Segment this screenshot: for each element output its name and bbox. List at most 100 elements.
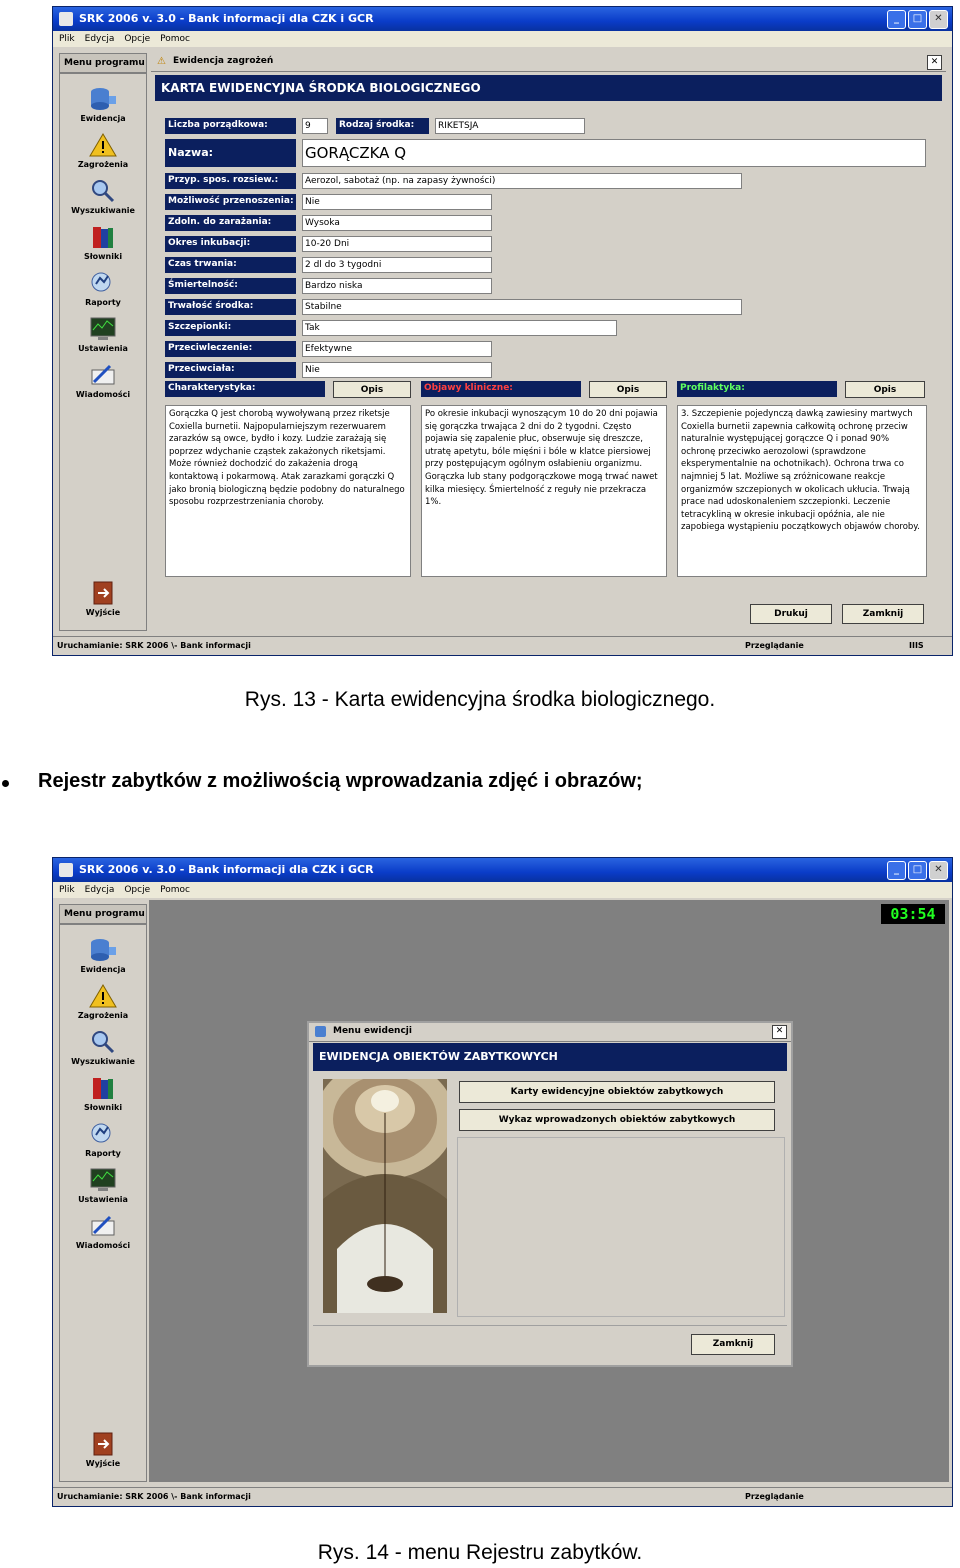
sidebar-item-label: Wiadomości — [75, 1241, 131, 1250]
field-value[interactable]: Bardzo niska — [302, 278, 492, 294]
figure-caption-14: Rys. 14 - menu Rejestru zabytków. — [317, 1541, 643, 1564]
nazwa-label: Nazwa: — [165, 139, 296, 167]
dialog-header: EWIDENCJA OBIEKTÓW ZABYTKOWYCH — [313, 1043, 787, 1071]
books-icon — [93, 227, 113, 248]
sidebar-item-label: Ewidencja — [80, 114, 126, 123]
sidebar-panel: Ewidencja Zagrożenia Wyszukiwanie Słowni… — [59, 924, 147, 1482]
maximize-button[interactable]: □ — [908, 10, 927, 29]
opis-button-charakterystyka[interactable]: Opis — [333, 381, 411, 398]
sidebar-item-ewidencja[interactable]: Ewidencja — [60, 937, 146, 974]
search-icon — [92, 1031, 115, 1054]
close-dialog-button[interactable]: ✕ — [772, 1025, 787, 1039]
sidebar-item-label: Raporty — [85, 298, 121, 307]
status-left: Uruchamianie: SRK 2006 \- Bank informacj… — [57, 1492, 251, 1501]
field-value[interactable]: Efektywne — [302, 341, 492, 357]
clock-value: 03:54 — [890, 905, 936, 923]
field-value[interactable]: Aerozol, sabotaż (np. na zapasy żywności… — [302, 173, 742, 189]
objawy-text[interactable]: Po okresie inkubacji wynoszącym 10 do 20… — [421, 405, 667, 577]
karty-ewidencyjne-button[interactable]: Karty ewidencyjne obiektów zabytkowych — [459, 1081, 775, 1103]
dialog-titlebar: Menu ewidencji ✕ — [309, 1023, 791, 1042]
karta-panel: ⚠ Ewidencja zagrożeń ✕ KARTA EWIDENCYJNA… — [151, 53, 946, 593]
warning-icon — [89, 133, 117, 157]
field-value[interactable]: Tak — [302, 320, 617, 336]
status-mode: Przeglądanie — [745, 1492, 804, 1501]
sidebar-item-label: Słowniki — [83, 1103, 123, 1112]
menu-item-plik[interactable]: Plik — [59, 882, 75, 898]
menu-item-pomoc[interactable]: Pomoc — [160, 882, 190, 898]
field-value[interactable]: Nie — [302, 362, 492, 378]
exit-label: Wyjście — [85, 1459, 121, 1468]
sidebar-item-wiadomosci[interactable]: Wiadomości — [60, 362, 146, 399]
profilaktyka-text[interactable]: 3. Szczepienie pojedynczą dawką zawiesin… — [677, 405, 927, 577]
database-icon — [315, 1026, 326, 1037]
close-window-button[interactable]: ✕ — [929, 10, 948, 29]
liczba-field[interactable]: 9 — [302, 118, 328, 134]
menu-item-opcje[interactable]: Opcje — [124, 882, 150, 898]
sidebar-item-slowniki[interactable]: Słowniki — [60, 1075, 146, 1112]
minimize-button[interactable]: _ — [887, 10, 906, 29]
sidebar-item-wyszukiwanie[interactable]: Wyszukiwanie — [60, 1029, 146, 1066]
sidebar-panel: Ewidencja Zagrożenia Wyszukiwanie Słowni… — [59, 73, 147, 631]
menu-bar: Plik Edycja Opcje Pomoc — [53, 31, 952, 47]
minimize-button[interactable]: _ — [887, 861, 906, 880]
field-value[interactable]: Wysoka — [302, 215, 492, 231]
sidebar-item-wiadomosci[interactable]: Wiadomości — [60, 1213, 146, 1250]
sidebar-item-slowniki[interactable]: Słowniki — [60, 224, 146, 261]
sidebar-title: Menu programu — [59, 53, 147, 73]
warning-icon — [89, 984, 117, 1008]
clock-display: 03:54 — [881, 904, 945, 924]
menu-item-edycja[interactable]: Edycja — [85, 31, 115, 47]
sidebar-title: Menu programu — [59, 904, 147, 924]
sidebar-item-ustawienia[interactable]: Ustawienia — [60, 316, 146, 353]
field-label: Przeciwciała: — [165, 362, 296, 378]
menu-item-plik[interactable]: Plik — [59, 31, 75, 47]
window-titlebar: SRK 2006 v. 3.0 - Bank informacji dla CZ… — [53, 858, 952, 882]
sidebar-item-wyszukiwanie[interactable]: Wyszukiwanie — [60, 178, 146, 215]
dialog-content-area — [457, 1137, 785, 1317]
field-label: Trwałość środka: — [165, 299, 296, 315]
menu-item-pomoc[interactable]: Pomoc — [160, 31, 190, 47]
menu-item-opcje[interactable]: Opcje — [124, 31, 150, 47]
field-value[interactable]: Nie — [302, 194, 492, 210]
sidebar: Menu programu Ewidencja Zagrożenia Wyszu… — [59, 904, 147, 1482]
nazwa-field[interactable]: GORĄCZKA Q — [302, 139, 926, 167]
field-value[interactable]: Stabilne — [302, 299, 742, 315]
close-button[interactable]: Zamknij — [691, 1334, 775, 1355]
close-window-button[interactable]: ✕ — [929, 861, 948, 880]
sidebar-item-ewidencja[interactable]: Ewidencja — [60, 86, 146, 123]
warning-icon: ⚠ — [157, 56, 166, 67]
opis-button-profilaktyka[interactable]: Opis — [845, 381, 925, 398]
app-window-karta: SRK 2006 v. 3.0 - Bank informacji dla CZ… — [52, 6, 953, 656]
sidebar-item-raporty[interactable]: Raporty — [60, 1121, 146, 1158]
rodzaj-field[interactable]: RIKETSJA — [435, 118, 585, 134]
sidebar-item-zagrozenia[interactable]: Zagrożenia — [60, 983, 146, 1020]
wykaz-obiektow-button[interactable]: Wykaz wprowadzonych obiektów zabytkowych — [459, 1109, 775, 1131]
sidebar-item-label: Wyszukiwanie — [71, 206, 135, 215]
bullet-text: Rejestr zabytków z możliwością wprowadza… — [38, 770, 643, 792]
opis-button-objawy[interactable]: Opis — [589, 381, 667, 398]
panel-tab-bar: ⚠ Ewidencja zagrożeń ✕ — [151, 53, 946, 72]
database-icon — [91, 88, 116, 110]
field-value[interactable]: 2 dl do 3 tygodni — [302, 257, 492, 273]
close-panel-button[interactable]: ✕ — [927, 55, 942, 70]
search-icon — [92, 180, 115, 203]
exit-button[interactable]: Wyjście — [60, 1431, 146, 1468]
menu-ewidencji-dialog: Menu ewidencji ✕ EWIDENCJA OBIEKTÓW ZABY… — [307, 1021, 793, 1367]
sidebar-item-label: Raporty — [85, 1149, 121, 1158]
field-value[interactable]: 10-20 Dni — [302, 236, 492, 252]
sidebar-item-zagrozenia[interactable]: Zagrożenia — [60, 132, 146, 169]
sidebar-item-label: Zagrożenia — [77, 160, 129, 169]
print-button[interactable]: Drukuj — [750, 604, 832, 624]
message-icon — [91, 1215, 115, 1236]
sidebar-item-raporty[interactable]: Raporty — [60, 270, 146, 307]
charakterystyka-text[interactable]: Gorączka Q jest chorobą wywoływaną przez… — [165, 405, 411, 577]
report-icon — [91, 1123, 111, 1143]
exit-button[interactable]: Wyjście — [60, 580, 146, 617]
sidebar-item-label: Zagrożenia — [77, 1011, 129, 1020]
menu-item-edycja[interactable]: Edycja — [85, 882, 115, 898]
sidebar-item-ustawienia[interactable]: Ustawienia — [60, 1167, 146, 1204]
close-button[interactable]: Zamknij — [842, 604, 924, 624]
dialog-title: Menu ewidencji — [333, 1026, 412, 1036]
exit-icon — [93, 581, 113, 605]
maximize-button[interactable]: □ — [908, 861, 927, 880]
